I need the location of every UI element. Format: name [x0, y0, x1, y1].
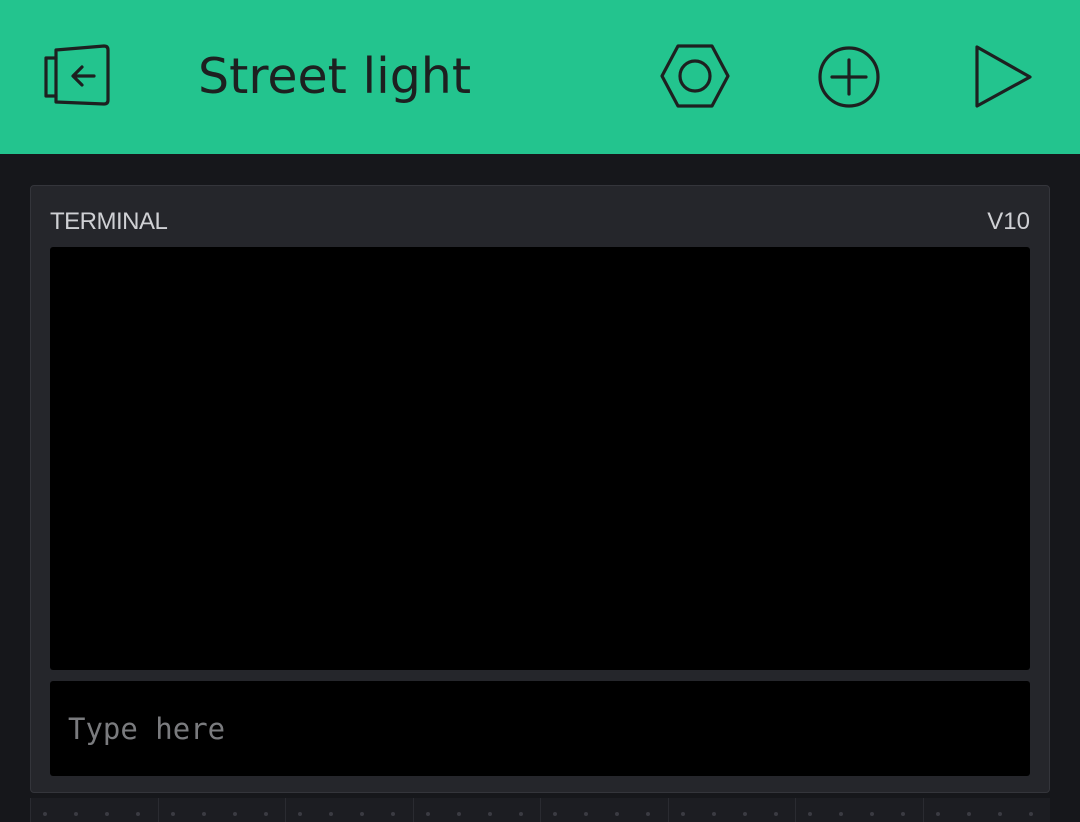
grid-cell: [157, 798, 286, 822]
grid-dot: [935, 812, 940, 816]
terminal-input-field[interactable]: [50, 681, 1030, 776]
exit-project-icon[interactable]: [38, 40, 116, 112]
grid-dot: [391, 812, 395, 816]
grid-cell: [412, 798, 541, 822]
add-widget-icon[interactable]: [813, 42, 885, 114]
grid-dot: [329, 812, 333, 816]
terminal-widget[interactable]: TERMINAL V10: [30, 185, 1050, 793]
canvas-grid: [30, 798, 1050, 822]
grid-cell: [922, 798, 1051, 822]
grid-dot: [773, 812, 778, 816]
grid-dot: [808, 812, 812, 816]
grid-dot: [232, 812, 237, 816]
grid-dot: [997, 812, 1002, 816]
grid-cell: [285, 798, 413, 822]
app-header: Street light: [0, 0, 1080, 154]
grid-dot: [646, 812, 650, 816]
grid-dot: [263, 812, 268, 816]
grid-dot: [680, 812, 685, 816]
grid-cell: [30, 798, 158, 822]
grid-cell: [795, 798, 923, 822]
terminal-output-area[interactable]: [50, 247, 1030, 670]
grid-dot: [298, 812, 302, 816]
grid-cell: [540, 798, 668, 822]
grid-dot: [136, 812, 140, 816]
grid-dot: [1028, 812, 1033, 816]
grid-dot: [615, 812, 619, 816]
grid-dot: [425, 812, 430, 816]
grid-dot: [966, 812, 971, 816]
widget-pin-label: V10: [987, 208, 1030, 235]
grid-dot: [487, 812, 492, 816]
grid-dot: [43, 812, 47, 816]
grid-dot: [553, 812, 557, 816]
grid-dot: [711, 812, 716, 816]
grid-dot: [201, 812, 206, 816]
widget-type-label: TERMINAL: [50, 208, 168, 235]
grid-dot: [901, 812, 905, 816]
grid-dot: [584, 812, 588, 816]
grid-dot: [742, 812, 747, 816]
grid-cell: [667, 798, 796, 822]
play-icon[interactable]: [968, 40, 1038, 112]
grid-dot: [518, 812, 523, 816]
grid-dot: [839, 812, 843, 816]
grid-dot: [360, 812, 364, 816]
project-title: Street light: [198, 48, 472, 105]
grid-dot: [105, 812, 109, 816]
grid-dot: [74, 812, 78, 816]
settings-hexagon-icon[interactable]: [658, 40, 732, 112]
grid-dot: [170, 812, 175, 816]
grid-dot: [456, 812, 461, 816]
grid-dot: [870, 812, 874, 816]
